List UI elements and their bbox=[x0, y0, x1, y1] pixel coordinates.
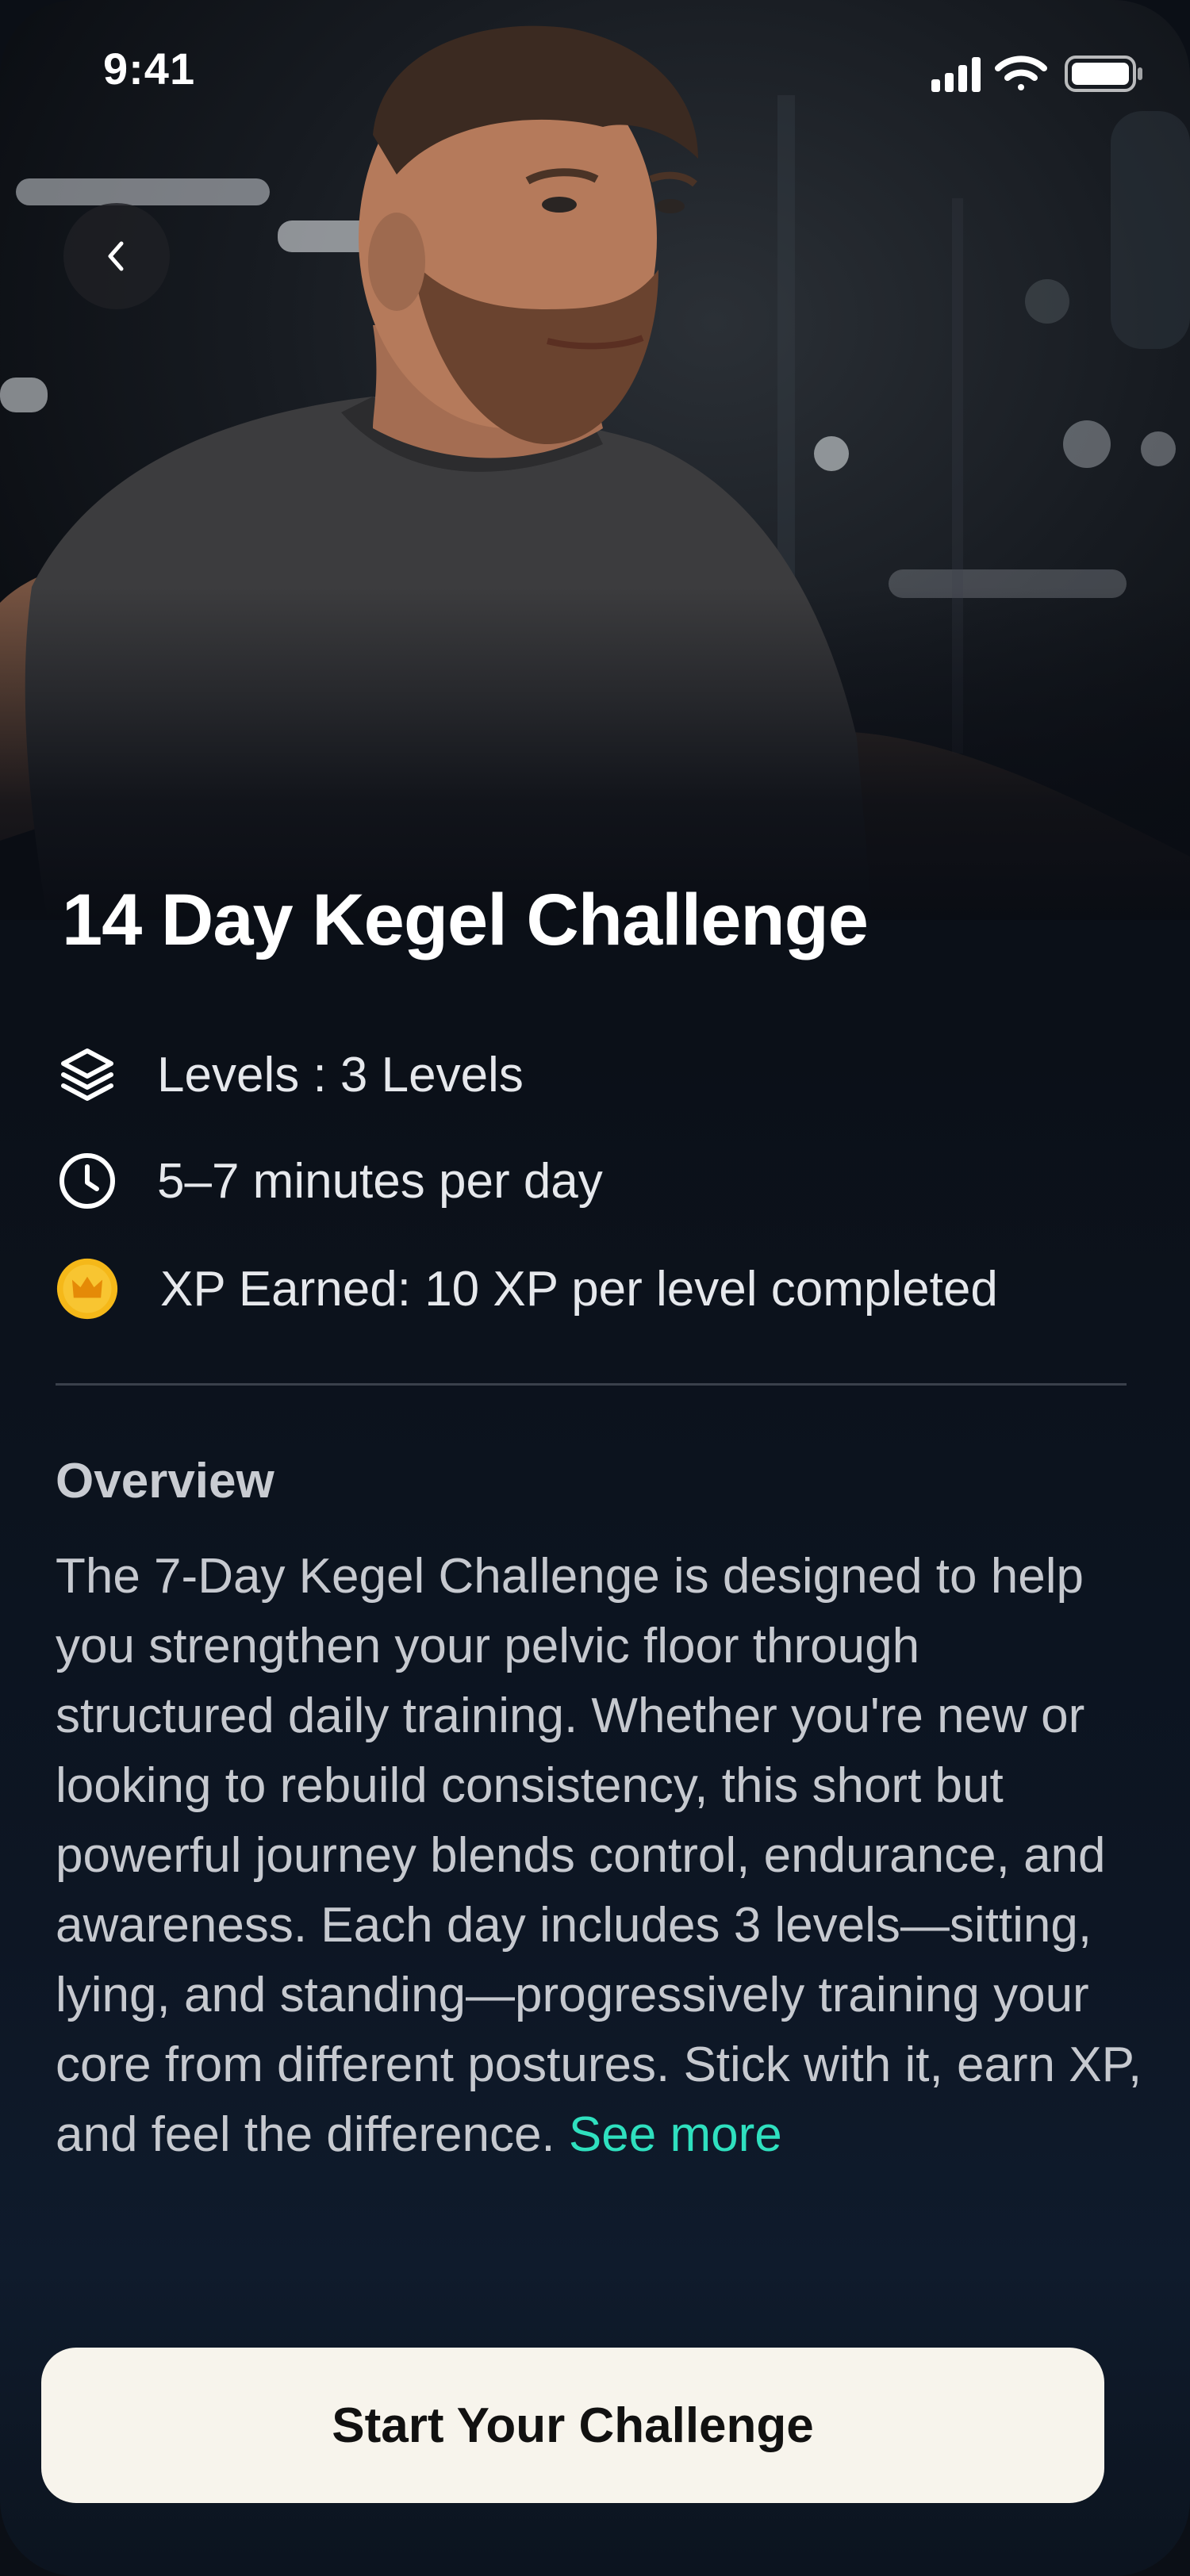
divider bbox=[56, 1383, 1127, 1386]
overview-text: The 7-Day Kegel Challenge is designed to… bbox=[56, 1549, 1142, 2162]
clock-icon bbox=[56, 1149, 119, 1213]
layers-icon bbox=[56, 1043, 119, 1106]
start-challenge-button[interactable]: Start Your Challenge bbox=[41, 2348, 1104, 2503]
wifi-icon bbox=[995, 56, 1047, 90]
overview-heading: Overview bbox=[56, 1454, 274, 1508]
detail-row-xp: XP Earned: 10 XP per level completed bbox=[56, 1253, 998, 1324]
challenge-detail-screen: 9:41 14 Day Kegel Challenge Levels: 3 L… bbox=[0, 0, 1190, 2576]
chevron-left-icon bbox=[108, 241, 124, 271]
back-button[interactable] bbox=[63, 203, 170, 309]
challenge-title: 14 Day Kegel Challenge bbox=[62, 880, 869, 960]
status-time: 9:41 bbox=[103, 44, 196, 94]
signal-icon bbox=[931, 57, 981, 92]
detail-row-levels: Levels : 3 Levels bbox=[56, 1039, 524, 1110]
detail-row-duration: 5–7 minutes per day bbox=[56, 1145, 603, 1217]
hero-gradient-overlay bbox=[0, 587, 1190, 920]
levels-text: Levels : 3 Levels bbox=[157, 1047, 524, 1102]
crown-coin-icon bbox=[56, 1257, 119, 1321]
status-icons bbox=[931, 56, 1142, 92]
see-more-link[interactable]: See more bbox=[569, 2107, 782, 2162]
status-bar: 9:41 bbox=[0, 0, 1190, 143]
xp-text: XP Earned: 10 XP per level completed bbox=[160, 1261, 998, 1317]
duration-text: 5–7 minutes per day bbox=[157, 1153, 603, 1209]
battery-icon bbox=[1065, 56, 1142, 92]
overview-body: The 7-Day Kegel Challenge is designed to… bbox=[56, 1542, 1150, 2170]
